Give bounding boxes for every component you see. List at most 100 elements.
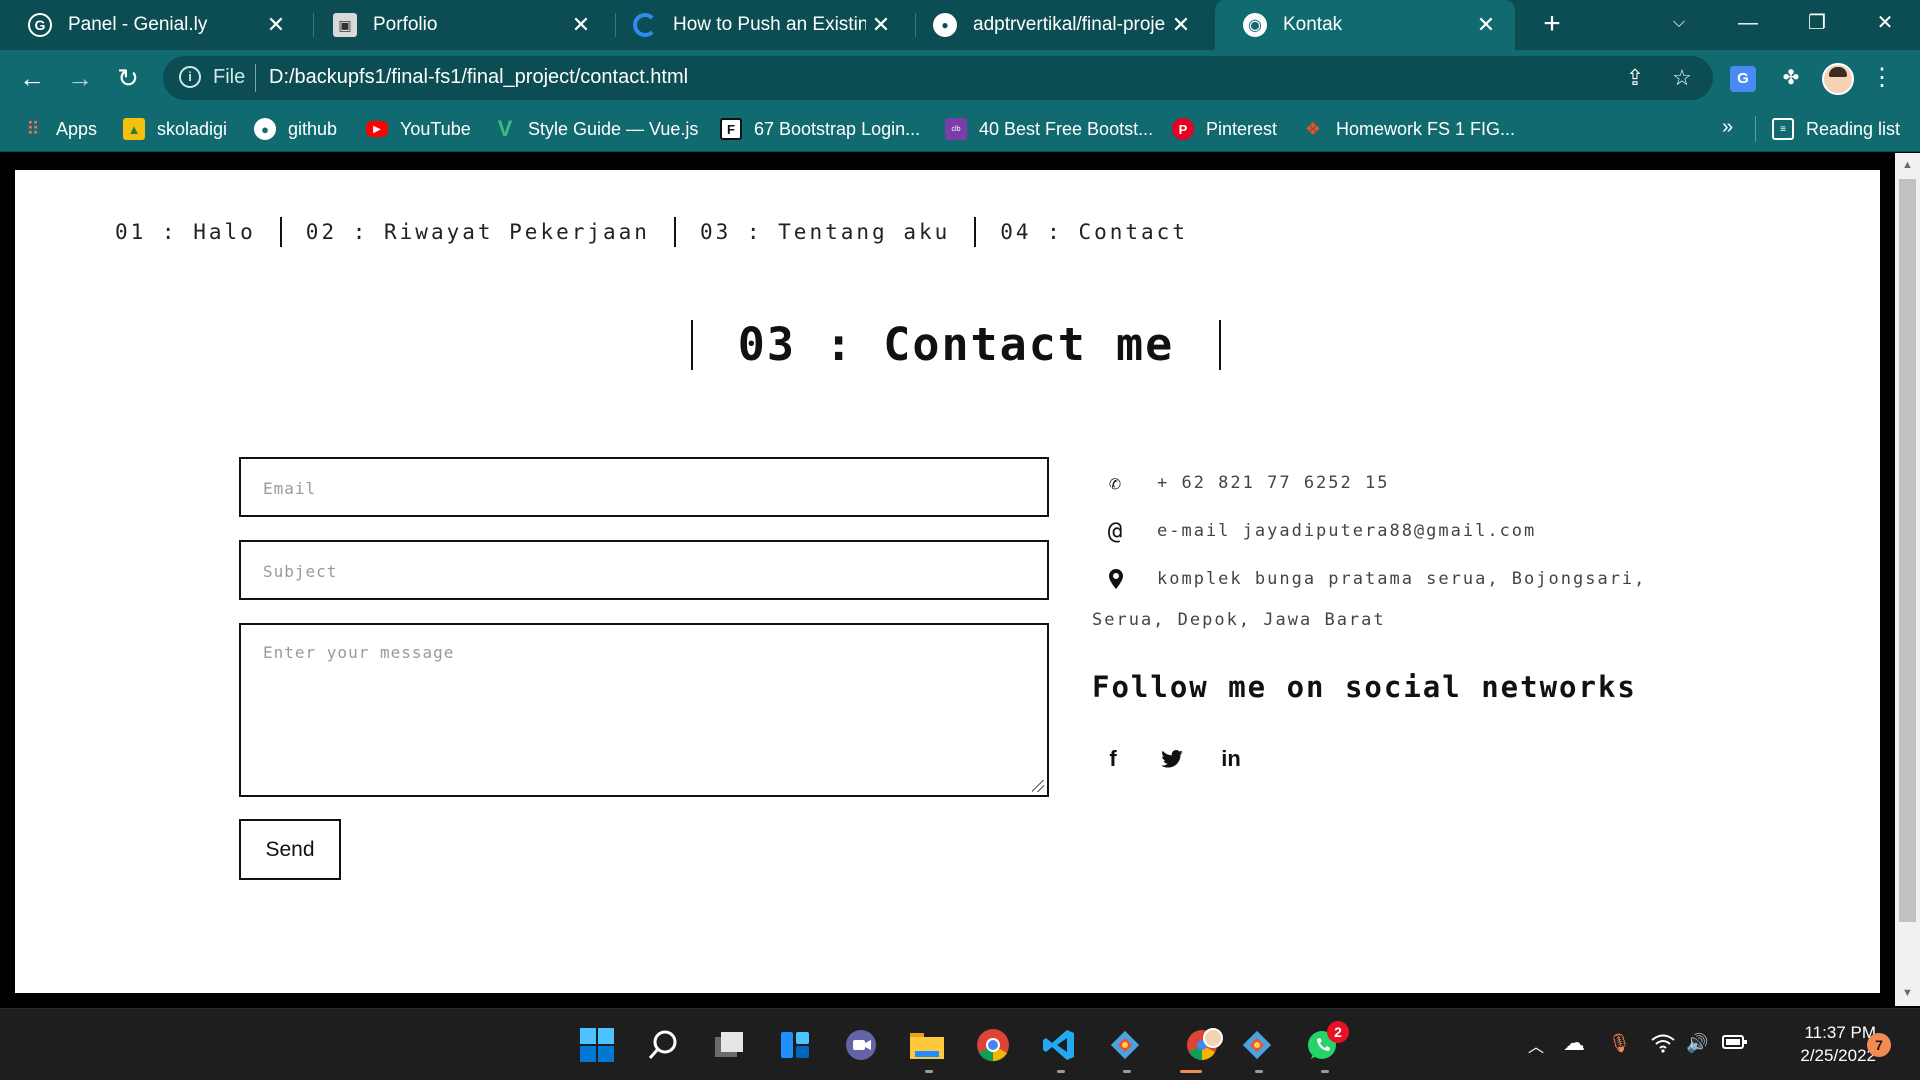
pinterest-icon: P (1172, 118, 1194, 140)
more-bookmarks-button[interactable]: » (1722, 116, 1733, 139)
genially-icon: G (28, 13, 52, 37)
new-tab-button[interactable]: + (1535, 7, 1569, 41)
scroll-down-icon[interactable]: ▼ (1895, 983, 1920, 1003)
share-icon[interactable]: ⇪ (1620, 64, 1650, 92)
forward-button[interactable]: → (62, 62, 98, 94)
vscode-icon[interactable] (1039, 1025, 1079, 1065)
taskbar: 2 ︿ ☁ 🎙 🔊 11:37 PM 2/25/2022 7 (0, 1008, 1920, 1080)
github-icon: ● (933, 13, 957, 37)
back-button[interactable]: ← (14, 62, 50, 94)
email-field[interactable]: Email (239, 457, 1049, 517)
url-text[interactable]: D:/backupfs1/final-fs1/final_project/con… (269, 66, 688, 89)
tab-porfolio[interactable]: ▣ Porfolio ✕ (305, 0, 610, 50)
nav-link-riwayat-pekerjaan[interactable]: 02 : Riwayat Pekerjaan (282, 217, 676, 247)
volume-icon[interactable]: 🔊 (1686, 1033, 1708, 1054)
bookmark-youtube[interactable]: ▶ YouTube (366, 106, 471, 152)
tab-title: How to Push an Existing P (673, 14, 866, 35)
bookmark-label: 67 Bootstrap Login... (754, 118, 921, 139)
nav-link-halo[interactable]: 01 : Halo (115, 217, 282, 247)
minimize-button[interactable]: — (1728, 8, 1768, 38)
google-translate-icon[interactable]: G (1730, 66, 1756, 92)
system-clock[interactable]: 11:37 PM 2/25/2022 (1772, 1021, 1876, 1067)
close-icon[interactable]: ✕ (866, 12, 896, 38)
bookmark-pinterest[interactable]: P Pinterest (1172, 106, 1277, 152)
send-button[interactable]: Send (239, 819, 341, 880)
bookmark-github[interactable]: ● github (254, 106, 337, 152)
widgets-icon[interactable] (775, 1025, 815, 1065)
running-indicator (1180, 1070, 1202, 1073)
battery-icon[interactable] (1722, 1033, 1748, 1056)
bookmark-label: Apps (56, 118, 98, 139)
info-icon[interactable]: i (179, 66, 201, 88)
start-icon[interactable] (577, 1025, 617, 1065)
running-indicator (925, 1070, 933, 1073)
wifi-icon[interactable] (1651, 1033, 1675, 1058)
apps-grid-icon: ⠿ (26, 118, 40, 139)
bookmark-vue-style-guide[interactable]: V Style Guide — Vue.js (494, 106, 699, 152)
nav-link-tentang-aku[interactable]: 03 : Tentang aku (676, 217, 977, 247)
reading-list-button[interactable]: ≡ Reading list (1772, 106, 1900, 152)
bookmark-skoladigi[interactable]: ▲ skoladigi (123, 106, 227, 152)
bookmark-bootstrap-login[interactable]: F 67 Bootstrap Login... (720, 106, 920, 152)
browser-toolbar: ← → ↻ i File D:/backupfs1/final-fs1/fina… (0, 50, 1920, 106)
site-nav: 01 : Halo 02 : Riwayat Pekerjaan 03 : Te… (115, 216, 1212, 248)
search-icon[interactable] (643, 1025, 683, 1065)
contact-email: @ e-mail jayadiputera88@gmail.com (1105, 517, 1536, 545)
onedrive-icon[interactable]: ☁ (1563, 1030, 1585, 1056)
extensions-icon[interactable]: ✤ (1775, 62, 1807, 94)
tab-genially[interactable]: G Panel - Genial.ly ✕ (0, 0, 305, 50)
close-icon[interactable]: ✕ (1166, 12, 1196, 38)
bookmark-best-free-bootstrap[interactable]: clb 40 Best Free Bootst... (945, 106, 1153, 152)
close-icon[interactable]: ✕ (1471, 12, 1501, 38)
close-icon[interactable]: ✕ (261, 12, 291, 38)
bookmark-label: YouTube (400, 118, 471, 139)
bootstrap-f-icon: F (720, 118, 742, 140)
notification-badge[interactable]: 7 (1867, 1033, 1891, 1057)
follow-heading: Follow me on social networks (1092, 670, 1637, 704)
message-textarea[interactable]: Enter your message (239, 623, 1049, 797)
bookmark-star-icon[interactable]: ☆ (1667, 64, 1697, 92)
image-icon: ▲ (123, 118, 145, 140)
git-icon[interactable] (1105, 1025, 1145, 1065)
nav-link-contact[interactable]: 04 : Contact (976, 217, 1212, 247)
scroll-up-icon[interactable]: ▲ (1895, 155, 1920, 175)
tab-kontak[interactable]: ◉ Kontak ✕ (1215, 0, 1515, 50)
subject-field[interactable]: Subject (239, 540, 1049, 600)
running-indicator (1057, 1070, 1065, 1073)
chrome-icon[interactable] (973, 1025, 1013, 1065)
avatar[interactable] (1822, 63, 1854, 95)
contact-page: 01 : Halo 02 : Riwayat Pekerjaan 03 : Te… (15, 170, 1880, 993)
bookmark-label: github (288, 118, 338, 139)
show-hidden-icons[interactable]: ︿ (1528, 1033, 1544, 1057)
scrollbar-thumb[interactable] (1899, 179, 1916, 922)
reload-button[interactable]: ↻ (110, 62, 146, 94)
tab-github-repo[interactable]: ● adptrvertikal/final-project ✕ (905, 0, 1210, 50)
scrollbar[interactable]: ▲ ▼ (1895, 153, 1920, 1006)
chrome-profile-icon[interactable] (1184, 1025, 1224, 1065)
tab-title: Kontak (1283, 14, 1343, 35)
microphone-icon[interactable]: 🎙 (1608, 1033, 1631, 1054)
menu-icon[interactable]: ⋮ (1866, 62, 1898, 94)
tab-search-icon[interactable]: ⌵ (1659, 8, 1699, 38)
close-window-button[interactable]: ✕ (1865, 8, 1905, 38)
linkedin-icon[interactable]: in (1214, 742, 1248, 776)
twitter-icon[interactable] (1155, 742, 1189, 776)
teams-chat-icon[interactable] (841, 1025, 881, 1065)
restore-button[interactable]: ❐ (1797, 8, 1837, 38)
location-pin-icon (1105, 568, 1127, 590)
file-explorer-icon[interactable] (907, 1025, 947, 1065)
contact-address: komplek bunga pratama serua, Bojongsari, (1105, 568, 1646, 590)
page-title: 03 : Contact me (691, 320, 1221, 370)
address-bar[interactable]: i File D:/backupfs1/final-fs1/final_proj… (163, 56, 1713, 100)
running-indicator (1123, 1070, 1131, 1073)
tab-push-existing[interactable]: How to Push an Existing P ✕ (605, 0, 910, 50)
task-view-icon[interactable] (709, 1025, 749, 1065)
bookmark-label: Homework FS 1 FIG... (1336, 118, 1516, 139)
bookmark-label: Pinterest (1206, 118, 1278, 139)
git-icon-2[interactable] (1237, 1025, 1277, 1065)
facebook-icon[interactable]: f (1096, 742, 1130, 776)
bookmark-figma-homework[interactable]: ❖ Homework FS 1 FIG... (1302, 106, 1515, 152)
resize-handle[interactable] (1032, 780, 1044, 792)
bookmark-apps[interactable]: ⠿ Apps (22, 106, 97, 152)
close-icon[interactable]: ✕ (566, 12, 596, 38)
